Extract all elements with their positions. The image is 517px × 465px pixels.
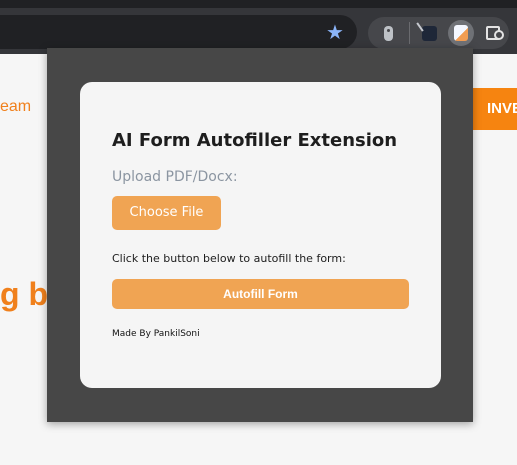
star-icon[interactable]: ★ <box>323 20 347 44</box>
address-bar[interactable]: ★ <box>0 15 357 49</box>
instruction-text: Click the button below to autofill the f… <box>112 252 346 265</box>
pin-icon[interactable] <box>372 17 404 49</box>
autofill-button[interactable]: Autofill Form <box>112 279 409 309</box>
background-link-text[interactable]: eam <box>0 98 31 116</box>
background-heading: g b <box>0 276 48 312</box>
ai-form-autofiller-icon[interactable] <box>445 17 477 49</box>
extensions-area <box>368 17 509 49</box>
credit-text: Made By PankilSoni <box>112 329 200 339</box>
background-cta-button[interactable]: INVE <box>470 88 517 130</box>
extension-icon[interactable] <box>413 17 445 49</box>
popup-title: AI Form Autofiller Extension <box>112 130 398 151</box>
puzzle-icon[interactable] <box>477 17 509 49</box>
browser-tabstrip <box>0 0 517 8</box>
upload-label: Upload PDF/Docx: <box>112 169 238 185</box>
popup-card: AI Form Autofiller Extension Upload PDF/… <box>80 82 441 388</box>
extension-popup: AI Form Autofiller Extension Upload PDF/… <box>47 48 473 422</box>
divider <box>409 22 410 44</box>
choose-file-button[interactable]: Choose File <box>112 196 221 230</box>
